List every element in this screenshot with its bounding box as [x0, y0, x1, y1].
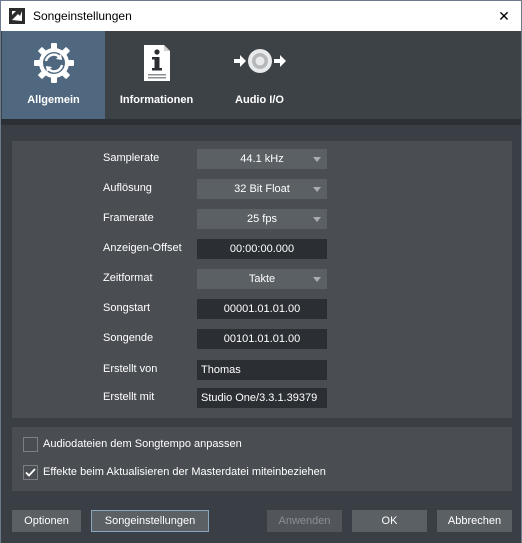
audio-io-icon	[230, 41, 290, 88]
audiodateien-checkbox-row[interactable]: Audiodateien dem Songtempo anpassen	[12, 435, 512, 455]
tab-allgemein[interactable]: Allgemein	[2, 31, 105, 119]
abbrechen-button[interactable]: Abbrechen	[437, 510, 512, 532]
songende-row: Songende 00101.01.01.00	[12, 329, 512, 351]
dialog-window: Songeinstellungen ✕ Allgemein Informatio…	[0, 0, 522, 543]
anwenden-button[interactable]: Anwenden	[267, 510, 342, 532]
aufloesung-row: Auflösung 32 Bit Float	[12, 179, 512, 201]
erstellt-mit-field[interactable]: Studio One/3.3.1.39379	[197, 388, 327, 408]
effekte-label: Effekte beim Aktualisieren der Masterdat…	[43, 466, 326, 478]
studio-one-logo-icon	[9, 8, 25, 24]
erstellt-mit-label: Erstellt mit	[103, 391, 155, 403]
anzeigen-offset-field[interactable]: 00:00:00.000	[197, 239, 327, 259]
anzeigen-offset-label: Anzeigen-Offset	[103, 242, 182, 254]
tab-label: Allgemein	[27, 94, 80, 106]
framerate-label: Framerate	[103, 212, 154, 224]
songende-field[interactable]: 00101.01.01.00	[197, 329, 327, 349]
songstart-row: Songstart 00001.01.01.00	[12, 299, 512, 321]
tab-strip: Allgemein Informationen Audio I/O	[1, 31, 521, 119]
audiodateien-label: Audiodateien dem Songtempo anpassen	[43, 438, 242, 450]
anzeigen-offset-row: Anzeigen-Offset 00:00:00.000	[12, 239, 512, 261]
aufloesung-select[interactable]: 32 Bit Float	[197, 179, 327, 199]
audiodateien-checkbox[interactable]	[23, 437, 38, 452]
erstellt-von-field[interactable]: Thomas	[197, 360, 327, 380]
optionen-button[interactable]: Optionen	[12, 510, 81, 532]
tab-label: Informationen	[119, 94, 194, 106]
songstart-label: Songstart	[103, 302, 151, 314]
window-title: Songeinstellungen	[33, 9, 132, 23]
songstart-field[interactable]: 00001.01.01.00	[197, 299, 327, 319]
zeitformat-row: Zeitformat Takte	[12, 269, 512, 291]
zeitformat-select[interactable]: Takte	[197, 269, 327, 289]
gear-refresh-icon	[32, 41, 76, 88]
erstellt-von-label: Erstellt von	[103, 363, 158, 375]
close-button[interactable]: ✕	[487, 1, 521, 31]
framerate-row: Framerate 25 fps	[12, 209, 512, 231]
samplerate-select[interactable]: 44.1 kHz	[197, 149, 327, 169]
effekte-checkbox-row[interactable]: Effekte beim Aktualisieren der Masterdat…	[12, 463, 512, 483]
erstellt-mit-row: Erstellt mit Studio One/3.3.1.39379	[12, 388, 512, 410]
songeinstellungen-button[interactable]: Songeinstellungen	[91, 510, 209, 532]
effekte-checkbox[interactable]	[23, 465, 38, 480]
tab-audio-io[interactable]: Audio I/O	[208, 31, 311, 119]
tab-informationen[interactable]: Informationen	[105, 31, 208, 119]
checkmark-icon	[25, 468, 36, 477]
title-bar[interactable]: Songeinstellungen ✕	[1, 1, 521, 31]
samplerate-label: Samplerate	[103, 152, 160, 164]
erstellt-von-row: Erstellt von Thomas	[12, 360, 512, 382]
ok-button[interactable]: OK	[352, 510, 427, 532]
content-area: Samplerate 44.1 kHz Auflösung 32 Bit Flo…	[1, 125, 521, 543]
aufloesung-label: Auflösung	[103, 182, 152, 194]
settings-panel: Samplerate 44.1 kHz Auflösung 32 Bit Flo…	[12, 141, 512, 418]
zeitformat-label: Zeitformat	[103, 272, 153, 284]
samplerate-row: Samplerate 44.1 kHz	[12, 149, 512, 171]
close-icon: ✕	[498, 7, 510, 24]
tab-label: Audio I/O	[235, 94, 284, 106]
options-panel: Audiodateien dem Songtempo anpassen Effe…	[12, 427, 512, 491]
framerate-select[interactable]: 25 fps	[197, 209, 327, 229]
info-document-icon	[135, 41, 179, 88]
songende-label: Songende	[103, 332, 154, 344]
